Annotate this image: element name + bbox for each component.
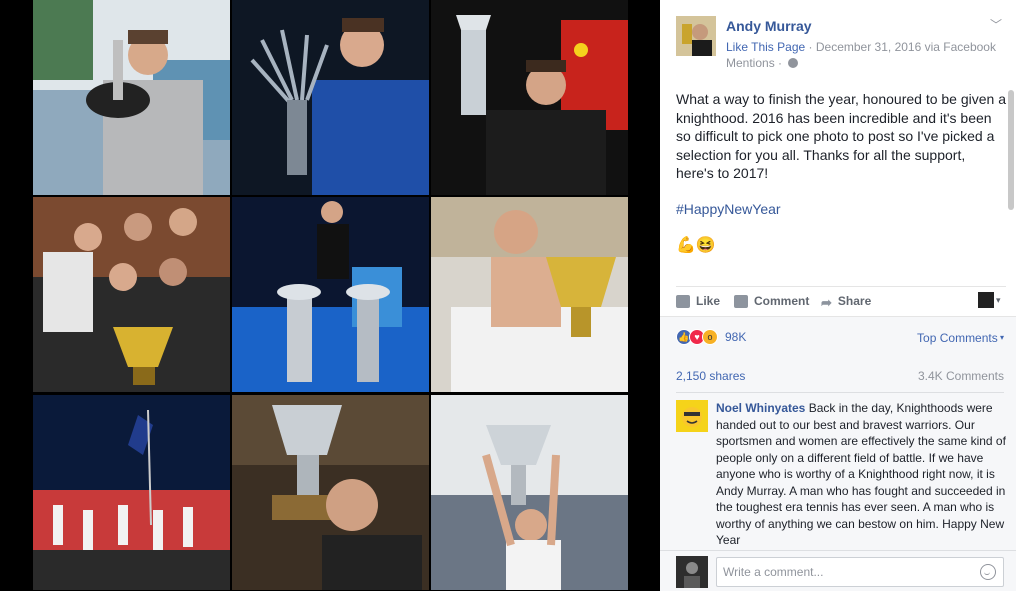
photo-tile xyxy=(232,0,429,195)
comment-input[interactable] xyxy=(716,557,1004,587)
post-via: via Facebook xyxy=(924,40,996,54)
comment-body: Noel Whinyates Back in the day, Knightho… xyxy=(716,400,1006,549)
photo-image xyxy=(431,197,628,392)
emoji-line: 💪😆 xyxy=(676,237,716,254)
emoji-picker-icon[interactable] xyxy=(980,564,996,580)
photo-image xyxy=(431,0,628,195)
divider xyxy=(676,392,1004,393)
shares-count[interactable]: 2,150 shares xyxy=(676,369,745,383)
photo-tile xyxy=(33,0,230,195)
photo-tile xyxy=(431,0,628,195)
chevron-down-icon: ▾ xyxy=(996,294,1001,305)
photo-tile xyxy=(33,197,230,392)
photo-tile xyxy=(431,394,628,591)
post-panel: Andy Murray Like This Page · December 31… xyxy=(660,0,1016,591)
reactions-summary[interactable]: 👍 ♥ o 98K xyxy=(676,329,746,345)
engagement-section: 👍 ♥ o 98K Top Comments ▾ 2,150 shares 3.… xyxy=(660,316,1016,591)
photo-tile xyxy=(232,197,429,392)
chevron-down-icon[interactable]: ﹀ xyxy=(990,16,1002,33)
wow-reaction-icon: o xyxy=(702,329,718,345)
mentions-label: Mentions xyxy=(726,56,775,70)
photo-tile xyxy=(232,394,429,591)
share-button[interactable]: ➦ Share xyxy=(821,294,871,310)
commenter-avatar[interactable] xyxy=(676,400,708,432)
photo-image xyxy=(232,395,429,590)
post-meta: Like This Page · December 31, 2016 via F… xyxy=(726,40,996,70)
user-avatar[interactable] xyxy=(676,556,708,588)
hashtag-link[interactable]: #HappyNewYear xyxy=(676,201,781,217)
comment-button[interactable]: Comment xyxy=(734,294,809,308)
comment-sort-dropdown[interactable]: Top Comments ▾ xyxy=(917,331,1004,345)
photo-image xyxy=(33,0,230,195)
page-name-link[interactable]: Andy Murray xyxy=(726,18,812,34)
photo-collage[interactable] xyxy=(33,0,628,591)
photo-viewer xyxy=(0,0,660,591)
action-bar: Like Comment ➦ Share ▾ xyxy=(676,286,1006,316)
photo-image xyxy=(33,197,230,392)
post-header: Andy Murray Like This Page · December 31… xyxy=(676,14,1006,74)
like-page-link[interactable]: Like This Page xyxy=(726,40,805,54)
photo-image xyxy=(33,395,230,590)
photo-image xyxy=(431,395,628,590)
photo-image xyxy=(232,0,429,195)
post-as-selector[interactable]: ▾ xyxy=(978,291,1004,309)
scrollbar[interactable] xyxy=(1008,90,1014,210)
page-avatar[interactable] xyxy=(676,16,716,56)
post-date[interactable]: December 31, 2016 xyxy=(816,40,921,54)
thumbs-up-icon xyxy=(676,294,690,308)
comment-icon xyxy=(734,294,748,308)
caret-down-icon: ▾ xyxy=(997,333,1004,342)
comments-count[interactable]: 3.4K Comments xyxy=(918,369,1004,383)
share-icon: ➦ xyxy=(821,294,832,310)
photo-tile xyxy=(33,394,230,591)
post-body: What a way to finish the year, honoured … xyxy=(676,91,1006,181)
reactions-count[interactable]: 98K xyxy=(725,330,746,344)
commenter-name-link[interactable]: Noel Whinyates xyxy=(716,401,805,415)
comment-text: Back in the day, Knighthoods were handed… xyxy=(716,401,1006,547)
profile-thumbnail xyxy=(978,292,994,308)
like-button[interactable]: Like xyxy=(676,294,720,308)
photo-image xyxy=(232,197,429,392)
comment-composer xyxy=(660,550,1016,591)
globe-icon xyxy=(788,58,799,68)
photo-tile xyxy=(431,197,628,392)
